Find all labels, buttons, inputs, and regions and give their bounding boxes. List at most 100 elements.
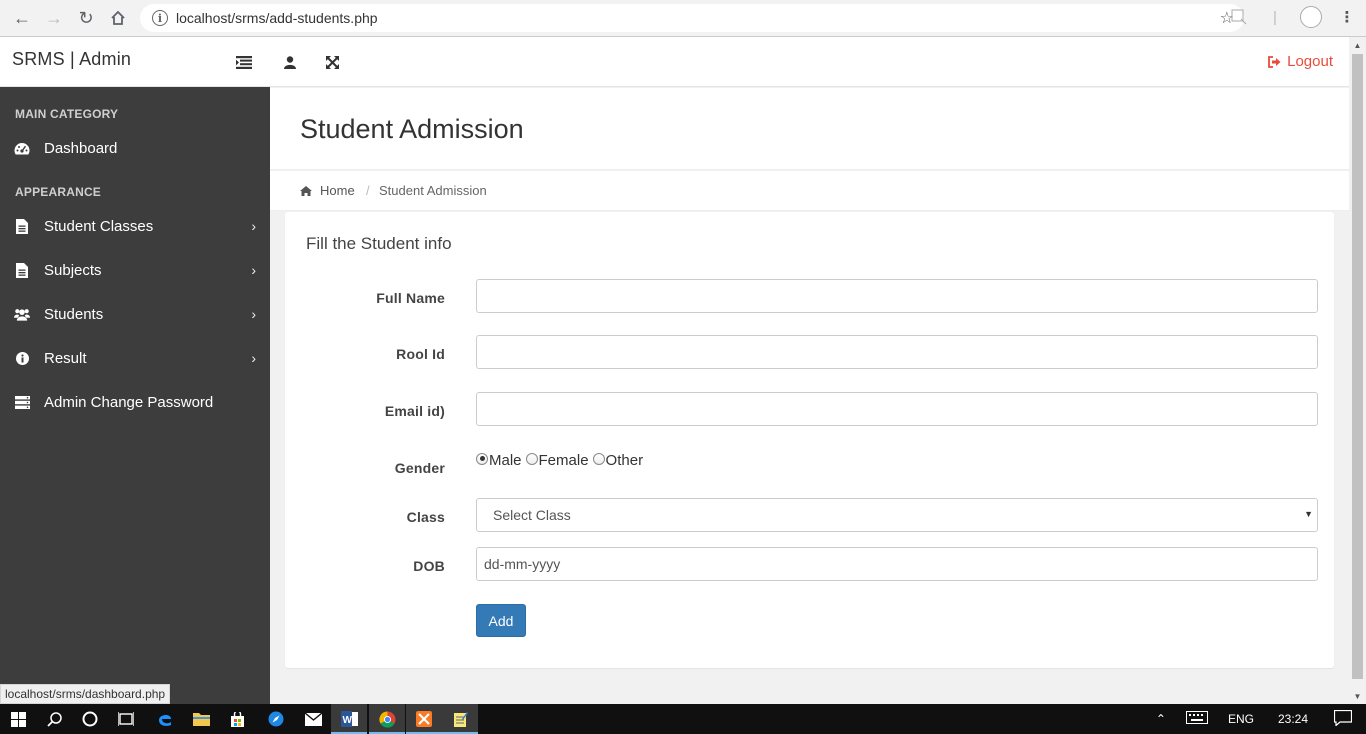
chevron-right-icon: › bbox=[251, 218, 256, 234]
page-header: Student Admission bbox=[270, 88, 1349, 170]
full-name-label: Full Name bbox=[376, 290, 445, 306]
mail-icon[interactable] bbox=[295, 704, 331, 734]
gender-female-label[interactable]: Female bbox=[539, 452, 589, 469]
brand-title[interactable]: SRMS | Admin bbox=[12, 49, 131, 70]
sidebar-item-label: Subjects bbox=[44, 261, 102, 279]
scrollbar-thumb[interactable] bbox=[1352, 54, 1363, 679]
store-icon[interactable] bbox=[219, 704, 255, 734]
gender-radio-group: Male Female Other bbox=[476, 452, 644, 469]
word-icon[interactable]: W bbox=[331, 704, 367, 734]
dob-label: DOB bbox=[413, 558, 445, 574]
sidebar-category-main: MAIN CATEGORY bbox=[15, 107, 119, 121]
browser-toolbar: ← → ↻ i localhost/srms/add-students.php … bbox=[0, 0, 1366, 37]
scroll-down-icon[interactable]: ▼ bbox=[1349, 688, 1366, 704]
sidebar-item-result[interactable]: Result › bbox=[0, 338, 270, 378]
breadcrumb-home-label: Home bbox=[320, 183, 355, 198]
scroll-up-icon[interactable]: ▲ bbox=[1349, 37, 1366, 53]
edge-browser-icon[interactable] bbox=[147, 704, 183, 734]
status-bar-url: localhost/srms/dashboard.php bbox=[0, 684, 171, 704]
reload-icon[interactable]: ↻ bbox=[70, 2, 102, 34]
tray-chevron-up-icon[interactable]: ⌃ bbox=[1156, 712, 1166, 726]
class-select-value: Select Class bbox=[493, 507, 571, 523]
chrome-icon[interactable] bbox=[369, 704, 405, 734]
users-icon bbox=[14, 306, 30, 322]
sidebar-item-label: Dashboard bbox=[44, 139, 118, 157]
breadcrumb-current: Student Admission bbox=[379, 183, 487, 198]
class-select[interactable]: Select Class ▼ bbox=[476, 498, 1318, 532]
gender-male-label[interactable]: Male bbox=[489, 452, 522, 469]
student-info-panel: Fill the Student info Full Name Rool Id … bbox=[285, 212, 1334, 668]
chevron-right-icon: › bbox=[251, 262, 256, 278]
windows-taskbar: W ⌃ ENG 23:24 bbox=[0, 704, 1366, 734]
info-circle-icon bbox=[14, 350, 30, 366]
top-navbar: SRMS | Admin Logout bbox=[0, 37, 1349, 87]
full-name-input[interactable] bbox=[476, 279, 1318, 313]
task-view-icon[interactable] bbox=[108, 704, 144, 734]
panel-title: Fill the Student info bbox=[306, 234, 452, 253]
search-icon[interactable] bbox=[36, 704, 72, 734]
email-input[interactable] bbox=[476, 392, 1318, 426]
home-icon bbox=[300, 185, 312, 196]
gender-other-label[interactable]: Other bbox=[606, 452, 644, 469]
logout-button[interactable]: Logout bbox=[1268, 53, 1333, 70]
roll-id-input[interactable] bbox=[476, 335, 1318, 369]
profile-avatar-icon[interactable] bbox=[1300, 6, 1322, 28]
dashboard-icon bbox=[14, 140, 30, 156]
gender-male-radio[interactable] bbox=[476, 452, 488, 465]
gender-label: Gender bbox=[394, 460, 445, 476]
info-icon[interactable]: i bbox=[152, 10, 168, 26]
windows-start-icon[interactable] bbox=[0, 704, 36, 734]
language-indicator[interactable]: ENG bbox=[1228, 712, 1254, 726]
class-label: Class bbox=[406, 509, 445, 525]
chevron-right-icon: › bbox=[251, 350, 256, 366]
sidebar: MAIN CATEGORY Dashboard APPEARANCE Stude… bbox=[0, 87, 270, 704]
xampp-icon[interactable] bbox=[406, 704, 442, 734]
chevron-right-icon: › bbox=[251, 306, 256, 322]
sidebar-item-dashboard[interactable]: Dashboard bbox=[0, 128, 270, 168]
roll-id-label: Rool Id bbox=[396, 346, 445, 362]
sidebar-item-label: Student Classes bbox=[44, 217, 154, 235]
sidebar-toggle-icon[interactable] bbox=[234, 53, 254, 71]
extension-icon[interactable]: | bbox=[1264, 6, 1286, 28]
keyboard-icon[interactable] bbox=[1185, 711, 1208, 727]
notepad-icon[interactable] bbox=[442, 704, 478, 734]
address-url: localhost/srms/add-students.php bbox=[176, 10, 378, 26]
menu-dots-icon[interactable]: ⋮ bbox=[1336, 6, 1358, 28]
sidebar-item-subjects[interactable]: Subjects › bbox=[0, 250, 270, 290]
back-icon[interactable]: ← bbox=[6, 2, 38, 34]
clock-time[interactable]: 23:24 bbox=[1278, 712, 1308, 726]
system-tray: ⌃ ENG 23:24 bbox=[1146, 704, 1366, 734]
address-bar[interactable]: i localhost/srms/add-students.php ☆ bbox=[140, 4, 1244, 32]
forward-icon[interactable]: → bbox=[38, 2, 70, 34]
sign-out-icon bbox=[1268, 55, 1281, 68]
cortana-icon[interactable] bbox=[72, 704, 108, 734]
sidebar-item-student-classes[interactable]: Student Classes › bbox=[0, 206, 270, 246]
safari-compass-icon[interactable] bbox=[258, 704, 294, 734]
user-icon[interactable] bbox=[280, 53, 300, 71]
sidebar-item-admin-change-password[interactable]: Admin Change Password bbox=[0, 382, 270, 422]
add-button[interactable]: Add bbox=[476, 604, 526, 637]
breadcrumb-separator: / bbox=[366, 183, 370, 198]
sidebar-category-appearance: APPEARANCE bbox=[15, 185, 102, 199]
home-icon[interactable] bbox=[102, 2, 134, 34]
svg-text:W: W bbox=[342, 715, 352, 726]
breadcrumb: Home / Student Admission bbox=[270, 171, 1349, 211]
sidebar-item-label: Admin Change Password bbox=[44, 393, 214, 411]
file-icon bbox=[14, 218, 30, 234]
fullscreen-icon[interactable] bbox=[322, 53, 342, 71]
gender-other-radio[interactable] bbox=[592, 452, 605, 465]
dob-input[interactable]: dd-mm-yyyy bbox=[476, 547, 1318, 581]
chevron-down-icon: ▼ bbox=[1304, 509, 1313, 519]
email-label: Email id) bbox=[384, 403, 445, 419]
dob-placeholder: dd-mm-yyyy bbox=[484, 556, 561, 572]
file-explorer-icon[interactable] bbox=[183, 704, 219, 734]
zoom-icon[interactable] bbox=[1228, 6, 1250, 28]
sidebar-item-students[interactable]: Students › bbox=[0, 294, 270, 334]
page-title: Student Admission bbox=[300, 114, 524, 144]
notifications-icon[interactable] bbox=[1333, 709, 1353, 729]
breadcrumb-home-link[interactable]: Home bbox=[300, 183, 355, 198]
gender-female-radio[interactable] bbox=[525, 452, 538, 465]
sidebar-item-label: Students bbox=[44, 305, 104, 323]
page-scrollbar[interactable]: ▲ ▼ bbox=[1349, 37, 1366, 704]
sidebar-item-label: Result bbox=[44, 349, 87, 367]
